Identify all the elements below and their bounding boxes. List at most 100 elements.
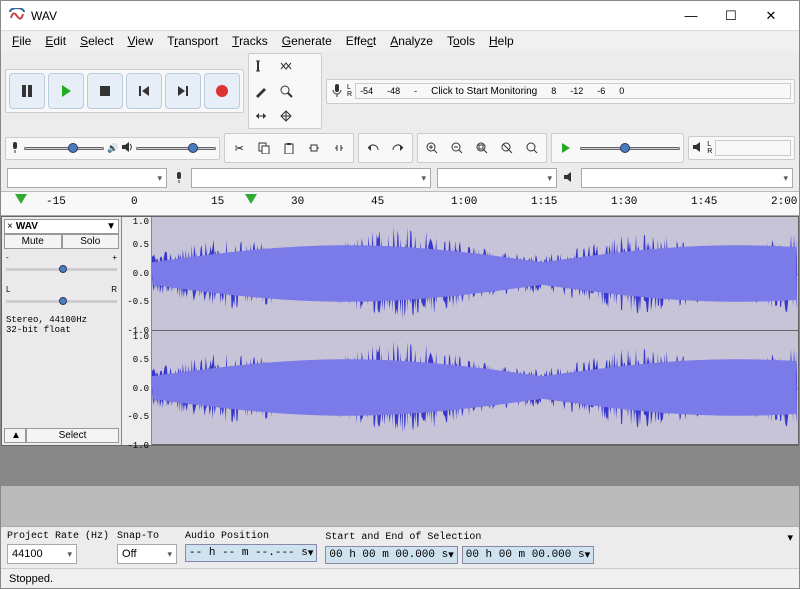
menu-transport[interactable]: Transport	[160, 32, 225, 50]
menu-view[interactable]: View	[120, 32, 160, 50]
track-close-button[interactable]: ×	[7, 221, 13, 232]
maximize-button[interactable]: ☐	[711, 2, 751, 30]
app-icon	[9, 8, 25, 24]
selection-label: Start and End of Selection	[325, 532, 783, 543]
play-device-combo[interactable]: ▾	[581, 168, 793, 188]
skip-end-button[interactable]	[165, 73, 201, 109]
rec-channels-combo[interactable]: ▾	[437, 168, 557, 188]
audio-position-label: Audio Position	[185, 531, 317, 542]
copy-button[interactable]	[253, 137, 275, 159]
menu-help[interactable]: Help	[482, 32, 521, 50]
menu-select[interactable]: Select	[73, 32, 120, 50]
meter-click-text: Click to Start Monitoring	[431, 86, 537, 97]
quick-play-head[interactable]	[15, 194, 27, 204]
waveform-left[interactable]	[152, 217, 798, 331]
mic-icon	[173, 171, 185, 186]
quick-play-head[interactable]	[245, 194, 257, 204]
scale-label: 0.0	[133, 384, 149, 394]
audio-position-value[interactable]: -- h -- m --.--- s▾	[185, 544, 317, 562]
timeline-tick: -15	[46, 196, 66, 208]
scale-label: -1.0	[127, 441, 149, 451]
timeshift-tool[interactable]	[250, 105, 272, 127]
play-at-speed-button[interactable]	[555, 137, 577, 159]
menu-analyze[interactable]: Analyze	[383, 32, 440, 50]
selection-mode-dropdown[interactable]: ▾	[787, 531, 793, 544]
record-button[interactable]	[204, 73, 240, 109]
track-name[interactable]: WAV	[16, 221, 106, 232]
menu-edit[interactable]: Edit	[38, 32, 73, 50]
menu-effect[interactable]: Effect	[339, 32, 383, 50]
menu-generate[interactable]: Generate	[275, 32, 339, 50]
timeline-ruler[interactable]: -1501530451:001:151:301:452:002:15	[1, 192, 799, 216]
fit-project-button[interactable]	[496, 137, 518, 159]
trim-button[interactable]	[303, 137, 325, 159]
selection-tool[interactable]	[250, 55, 272, 77]
envelope-tool[interactable]	[275, 55, 297, 77]
combo-value: Off	[122, 548, 136, 560]
menu-tracks[interactable]: Tracks	[225, 32, 275, 50]
project-rate-label: Project Rate (Hz)	[7, 531, 109, 542]
zoom-toggle-button[interactable]	[521, 137, 543, 159]
rec-vol-max-icon: 🔊	[107, 143, 118, 154]
window-title: WAV	[31, 9, 671, 23]
gain-slider[interactable]: -+	[6, 253, 117, 277]
minimize-button[interactable]: —	[671, 2, 711, 30]
cut-button[interactable]: ✂	[228, 137, 250, 159]
playback-speed-slider[interactable]	[580, 141, 680, 155]
fit-selection-button[interactable]	[471, 137, 493, 159]
paste-button[interactable]	[278, 137, 300, 159]
track-menu-button[interactable]: ▼	[106, 221, 116, 232]
meter-tick: 0	[619, 86, 624, 96]
multi-tool[interactable]	[275, 105, 297, 127]
zoom-out-button[interactable]	[446, 137, 468, 159]
tracks-area: × WAV ▼ Mute Solo -+ LR Stereo, 44100Hz …	[1, 216, 799, 526]
pan-slider[interactable]: LR	[6, 285, 117, 309]
track-select-button[interactable]: Select	[26, 428, 119, 443]
zoom-tool[interactable]	[275, 80, 297, 102]
timeline-tick: 1:30	[611, 196, 637, 208]
selection-toolbar: Project Rate (Hz) 44100▾ Snap-To Off▾ Au…	[1, 526, 799, 568]
redo-button[interactable]	[387, 137, 409, 159]
timeline-tick: 2:00	[771, 196, 797, 208]
titlebar: WAV — ☐ ✕	[1, 1, 799, 31]
rec-volume-slider[interactable]	[24, 141, 104, 155]
selection-start-value[interactable]: 00 h 00 m 00.000 s▾	[325, 546, 457, 564]
audio-host-combo[interactable]: ▾	[7, 168, 167, 188]
pause-button[interactable]	[9, 73, 45, 109]
vertical-scale[interactable]: 1.00.50.0-0.5-1.01.00.50.0-0.5-1.0	[122, 217, 152, 445]
skip-start-button[interactable]	[126, 73, 162, 109]
solo-button[interactable]: Solo	[62, 234, 120, 249]
play-volume-slider[interactable]	[136, 141, 216, 155]
record-meter[interactable]: -54 -48 - Click to Start Monitoring 8 -1…	[355, 83, 791, 99]
snap-to-combo[interactable]: Off▾	[117, 544, 177, 564]
waveform-area[interactable]	[152, 217, 798, 445]
track-format-info: Stereo, 44100Hz 32-bit float	[4, 313, 119, 337]
waveform-right[interactable]	[152, 331, 798, 445]
selection-end-value[interactable]: 00 h 00 m 00.000 s▾	[462, 546, 594, 564]
draw-tool[interactable]	[250, 80, 272, 102]
collapse-button[interactable]: ▲	[4, 428, 26, 443]
speaker-icon	[121, 141, 133, 156]
mic-icon[interactable]	[330, 83, 344, 100]
play-lr-label: LR	[707, 141, 712, 155]
play-button[interactable]	[48, 73, 84, 109]
stop-button[interactable]	[87, 73, 123, 109]
play-meter[interactable]	[715, 140, 791, 156]
zoom-in-button[interactable]	[421, 137, 443, 159]
zoom-toolbar	[417, 133, 547, 163]
statusbar: Stopped.	[1, 568, 799, 588]
project-rate-combo[interactable]: 44100▾	[7, 544, 77, 564]
menu-file[interactable]: File	[5, 32, 38, 50]
timeline-tick: 30	[291, 196, 304, 208]
mute-button[interactable]: Mute	[4, 234, 62, 249]
rec-device-combo[interactable]: ▾	[191, 168, 431, 188]
edit-toolbar: ✂	[224, 133, 354, 163]
silence-button[interactable]	[328, 137, 350, 159]
undo-button[interactable]	[362, 137, 384, 159]
device-toolbar: ▾ ▾ ▾ ▾	[1, 165, 799, 191]
meter-tick: 8	[551, 86, 556, 96]
tracks-empty-area[interactable]	[1, 446, 799, 486]
toolbars: LR -54 -48 - Click to Start Monitoring 8…	[1, 51, 799, 192]
close-button[interactable]: ✕	[751, 2, 791, 30]
menu-tools[interactable]: Tools	[440, 32, 482, 50]
